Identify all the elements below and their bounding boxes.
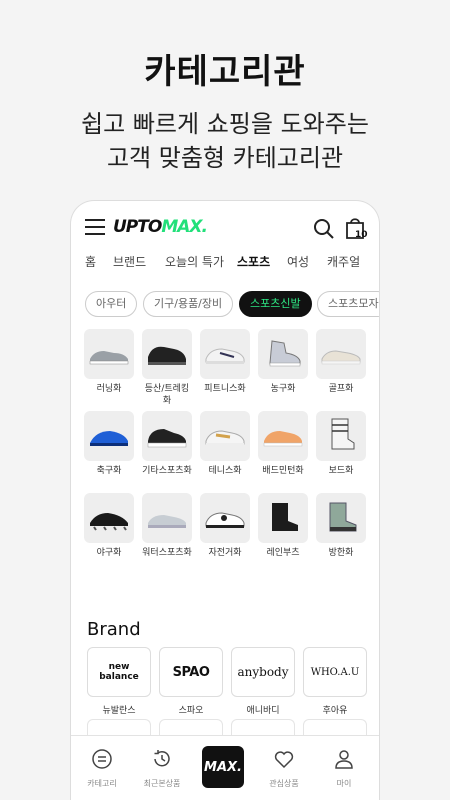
category-item[interactable]: 기타스포츠화 [141,411,193,477]
category-label: 야구화 [96,548,122,558]
category-item[interactable]: 레인부츠 [257,493,309,559]
rain-boot-image [258,493,308,543]
nav-label: 최근본상품 [143,779,181,788]
category-item[interactable]: 골프화 [315,329,367,395]
running-shoe-image [84,329,134,379]
category-label: 보드화 [328,466,354,476]
nav-label: 카테고리 [87,779,117,788]
category-item[interactable]: 배드민턴화 [257,411,309,477]
tab-today-deal[interactable]: 오늘의 특가 [165,253,224,270]
chip-sports-cap[interactable]: 스포츠모자 [317,291,379,317]
category-label: 테니스화 [208,466,242,476]
basketball-shoe-image [258,329,308,379]
promo-title: 카테고리관 [144,52,306,92]
category-label: 자전거화 [208,548,242,558]
winter-boot-image [316,493,366,543]
tab-sports[interactable]: 스포츠 [237,253,270,270]
soccer-shoe-image [84,411,134,461]
chip-sports-shoes[interactable]: 스포츠신발 [239,291,312,317]
new-balance-logo: new balance [87,647,151,697]
chip-outer[interactable]: 아우터 [85,291,138,317]
brand-logo-text: WHO.A.U [310,666,360,678]
nav-recent[interactable]: 최근본상품 [137,748,187,789]
cart-count-badge: 10 [355,230,368,240]
user-icon [335,750,353,769]
category-item[interactable]: 농구화 [257,329,309,395]
category-label: 기타스포츠화 [142,466,192,476]
golf-shoe-image [316,329,366,379]
heart-icon [274,751,294,769]
category-label: 레인부츠 [266,548,300,558]
hiking-shoe-image [142,329,192,379]
cycling-shoe-image [200,493,250,543]
brand-logo-text: SPAO [172,664,210,680]
category-label: 러닝화 [96,384,122,394]
water-sports-shoe-image [142,493,192,543]
category-item[interactable]: 자전거화 [199,493,251,559]
category-item[interactable]: 피트니스화 [199,329,251,395]
category-label: 축구화 [96,466,122,476]
brand-label: 뉴발란스 [102,706,136,716]
promo-subtitle-line1: 쉽고 빠르게 쇼핑을 도와주는 [81,110,369,138]
category-label: 등산/트레킹화 [144,384,190,406]
bottom-nav: 카테고리 최근본상품 MAX. 관심상품 마이 [71,735,379,800]
brand-section-title: Brand [87,619,141,640]
category-item[interactable]: 방한화 [315,493,367,559]
chip-equipment[interactable]: 기구/용품/장비 [143,291,234,317]
spao-logo: SPAO [159,647,223,697]
brand-label: 스파오 [178,706,204,716]
whoau-logo: WHO.A.U [303,647,367,697]
nav-wishlist[interactable]: 관심상품 [259,748,309,789]
snowboard-boot-image [316,411,366,461]
brand-logo-text: new balance [99,662,139,682]
category-label: 방한화 [328,548,354,558]
category-label: 워터스포츠화 [142,548,192,558]
category-item[interactable]: 등산/트레킹화 [141,329,193,407]
nav-my[interactable]: 마이 [319,748,369,789]
history-icon [154,750,170,767]
brand-card[interactable]: anybody 애니바디 [231,647,295,716]
brand-card[interactable]: SPAO 스파오 [159,647,223,716]
category-item[interactable]: 러닝화 [83,329,135,395]
subcategory-chips: 아우터 기구/용품/장비 스포츠신발 스포츠모자 [71,291,379,317]
category-label: 골프화 [328,384,354,394]
tab-casual[interactable]: 캐주얼 [327,253,360,270]
promo-subtitle-line2: 고객 맞춤형 카테고리관 [106,144,344,172]
brand-card[interactable]: new balance 뉴발란스 [87,647,151,716]
category-tabs: 홈 브랜드 오늘의 특가 스포츠 여성 캐주얼 [71,253,379,279]
category-item[interactable]: 테니스화 [199,411,251,477]
nav-label: 마이 [336,779,352,788]
search-icon[interactable] [313,218,335,240]
brand-logo-text: anybody [237,665,289,679]
badminton-shoe-image [258,411,308,461]
app-logo[interactable]: UPTOMAX. [113,217,208,239]
category-label: 피트니스화 [204,384,246,394]
brand-label: 후아유 [322,706,348,716]
baseball-shoe-image [84,493,134,543]
tennis-shoe-image [200,411,250,461]
anybody-logo: anybody [231,647,295,697]
category-item[interactable]: 보드화 [315,411,367,477]
tab-home[interactable]: 홈 [85,253,96,270]
brand-card[interactable]: WHO.A.U 후아유 [303,647,367,716]
category-item[interactable]: 야구화 [83,493,135,559]
nav-category[interactable]: 카테고리 [77,748,127,789]
fitness-shoe-image [200,329,250,379]
phone-screen: UPTOMAX. 10 홈 브랜드 오늘의 특가 스포츠 여성 캐주얼 아우터 … [70,200,380,800]
nav-label: 관심상품 [269,779,299,788]
menu-icon[interactable] [85,219,105,237]
home-logo-button[interactable]: MAX. [202,746,244,788]
logo-text-upto: UPTO [113,217,162,237]
brand-label: 애니바디 [246,706,280,716]
category-icon [92,749,112,769]
tab-women[interactable]: 여성 [287,253,309,270]
app-header: UPTOMAX. 10 [71,201,379,257]
category-item[interactable]: 워터스포츠화 [141,493,193,559]
category-label: 농구화 [270,384,296,394]
logo-text-max: MAX. [161,217,208,237]
category-label: 배드민턴화 [262,466,304,476]
other-sports-shoe-image [142,411,192,461]
category-item[interactable]: 축구화 [83,411,135,477]
tab-brand[interactable]: 브랜드 [113,253,146,270]
